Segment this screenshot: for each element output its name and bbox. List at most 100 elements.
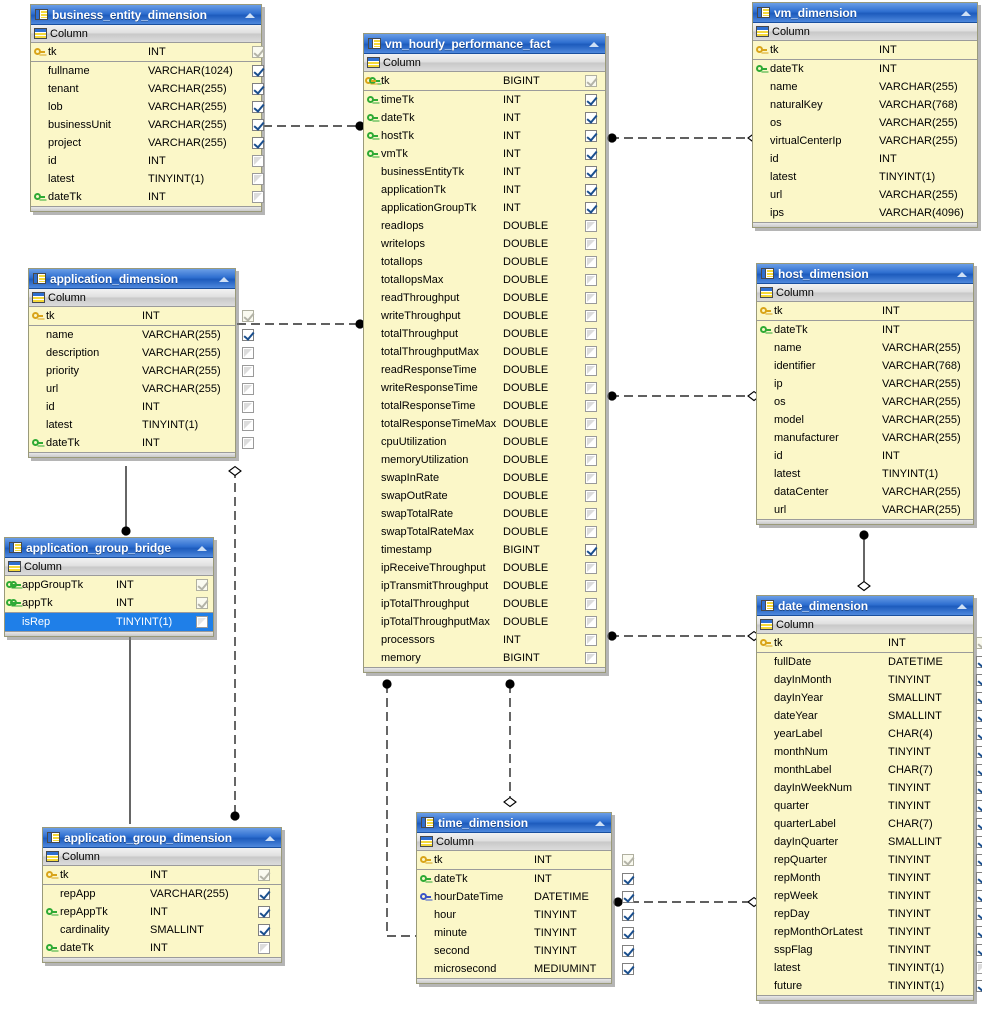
collapse-chevron-icon[interactable] — [593, 816, 608, 829]
checkbox-unchecked-icon[interactable] — [252, 191, 264, 203]
column-row[interactable]: name VARCHAR(255) — [753, 78, 977, 96]
column-row[interactable]: writeThroughput DOUBLE — [364, 307, 605, 325]
checkbox-unchecked-icon[interactable] — [585, 382, 597, 394]
checkbox-checked-icon[interactable] — [585, 148, 597, 160]
column-row[interactable]: repWeek TINYINT — [757, 887, 982, 905]
column-row[interactable]: description VARCHAR(255) — [29, 344, 254, 362]
checkbox-unchecked-icon[interactable] — [242, 347, 254, 359]
table-title-bar[interactable]: host_dimension — [757, 264, 973, 284]
column-row[interactable]: cardinality SMALLINT — [43, 921, 281, 939]
column-section-header[interactable]: Column — [43, 848, 281, 866]
column-row[interactable]: readResponseTime DOUBLE — [364, 361, 605, 379]
er-diagram-canvas[interactable]: business_entity_dimension Column tk INT full… — [0, 0, 982, 1010]
checkbox-checked-icon[interactable] — [252, 65, 264, 77]
column-row[interactable]: dayInQuarter SMALLINT — [757, 833, 982, 851]
table-vm_hourly_performance_fact[interactable]: vm_hourly_performance_fact Column tk BIGINT… — [363, 33, 606, 673]
table-vm_dimension[interactable]: vm_dimension Column tk INT dateTk INT name VARC… — [752, 2, 978, 228]
column-row[interactable]: swapOutRate DOUBLE — [364, 487, 605, 505]
checkbox-checked-icon[interactable] — [252, 119, 264, 131]
column-section-header[interactable]: Column — [753, 23, 977, 41]
checkbox-checked-icon[interactable] — [976, 728, 982, 740]
column-row[interactable]: ip VARCHAR(255) — [757, 375, 973, 393]
checkbox-checked-icon[interactable] — [258, 888, 270, 900]
checkbox-checked-icon[interactable] — [976, 908, 982, 920]
checkbox-unchecked-icon[interactable] — [242, 365, 254, 377]
column-row[interactable]: readThroughput DOUBLE — [364, 289, 605, 307]
column-row[interactable]: dateTk INT — [43, 939, 281, 957]
checkbox-unchecked-icon[interactable] — [976, 962, 982, 974]
table-title-bar[interactable]: time_dimension — [417, 813, 611, 833]
checkbox-checked-icon[interactable] — [585, 202, 597, 214]
column-row[interactable]: name VARCHAR(255) — [29, 326, 254, 344]
column-row[interactable]: dateYear SMALLINT — [757, 707, 982, 725]
checkbox-primary-icon[interactable] — [252, 46, 264, 58]
checkbox-unchecked-icon[interactable] — [252, 155, 264, 167]
column-row[interactable]: dateTk INT — [417, 870, 634, 888]
column-row[interactable]: dayInWeekNum TINYINT — [757, 779, 982, 797]
column-row[interactable]: id INT — [31, 152, 264, 170]
column-section-header[interactable]: Column — [364, 54, 605, 72]
column-row[interactable]: os VARCHAR(255) — [753, 114, 977, 132]
checkbox-checked-icon[interactable] — [976, 692, 982, 704]
column-row[interactable]: latest TINYINT(1) — [29, 416, 254, 434]
table-application_group_dimension[interactable]: application_group_dimension Column tk INT re… — [42, 827, 282, 963]
column-row[interactable]: applicationTk INT — [364, 181, 605, 199]
collapse-chevron-icon[interactable] — [243, 8, 258, 21]
checkbox-primary-icon[interactable] — [622, 854, 634, 866]
column-row[interactable]: totalIopsMax DOUBLE — [364, 271, 605, 289]
column-row[interactable]: manufacturer VARCHAR(255) — [757, 429, 973, 447]
checkbox-primary-icon[interactable] — [976, 637, 982, 649]
column-row[interactable]: dateTk INT — [31, 188, 264, 206]
column-row[interactable]: monthLabel CHAR(7) — [757, 761, 982, 779]
column-row[interactable]: fullname VARCHAR(1024) — [31, 62, 264, 80]
checkbox-checked-icon[interactable] — [976, 854, 982, 866]
column-row[interactable]: repAppTk INT — [43, 903, 281, 921]
column-row[interactable]: readIops DOUBLE — [364, 217, 605, 235]
column-row[interactable]: hour TINYINT — [417, 906, 634, 924]
column-row[interactable]: ips VARCHAR(4096) — [753, 204, 977, 222]
column-row[interactable]: ipTransmitThroughput DOUBLE — [364, 577, 605, 595]
checkbox-primary-icon[interactable] — [196, 597, 208, 609]
column-row[interactable]: swapTotalRateMax DOUBLE — [364, 523, 605, 541]
checkbox-checked-icon[interactable] — [252, 101, 264, 113]
checkbox-unchecked-icon[interactable] — [196, 616, 208, 628]
checkbox-checked-icon[interactable] — [252, 137, 264, 149]
column-row[interactable]: hostTk INT — [364, 127, 605, 145]
column-row[interactable]: memory BIGINT — [364, 649, 605, 667]
column-row[interactable]: repMonth TINYINT — [757, 869, 982, 887]
column-section-header[interactable]: Column — [757, 616, 973, 634]
checkbox-unchecked-icon[interactable] — [585, 454, 597, 466]
column-row[interactable]: latest TINYINT(1) — [757, 959, 982, 977]
column-row[interactable]: sspFlag TINYINT — [757, 941, 982, 959]
checkbox-checked-icon[interactable] — [976, 764, 982, 776]
checkbox-unchecked-icon[interactable] — [585, 238, 597, 250]
checkbox-checked-icon[interactable] — [976, 746, 982, 758]
column-row[interactable]: naturalKey VARCHAR(768) — [753, 96, 977, 114]
table-title-bar[interactable]: application_dimension — [29, 269, 235, 289]
column-section-header[interactable]: Column — [29, 289, 235, 307]
checkbox-unchecked-icon[interactable] — [585, 292, 597, 304]
column-row[interactable]: tk INT — [417, 851, 634, 870]
collapse-chevron-icon[interactable] — [217, 272, 232, 285]
column-row[interactable]: url VARCHAR(255) — [29, 380, 254, 398]
checkbox-primary-icon[interactable] — [242, 310, 254, 322]
column-row[interactable]: identifier VARCHAR(768) — [757, 357, 973, 375]
column-row[interactable]: id INT — [753, 150, 977, 168]
column-row[interactable]: priority VARCHAR(255) — [29, 362, 254, 380]
column-row[interactable]: ipReceiveThroughput DOUBLE — [364, 559, 605, 577]
column-row[interactable]: dateTk INT — [757, 321, 973, 339]
column-row[interactable]: tk BIGINT — [364, 72, 605, 91]
checkbox-checked-icon[interactable] — [585, 184, 597, 196]
checkbox-unchecked-icon[interactable] — [585, 508, 597, 520]
table-application_group_bridge[interactable]: application_group_bridge Column appGroupTk… — [4, 537, 214, 637]
column-row[interactable]: businessEntityTk INT — [364, 163, 605, 181]
checkbox-checked-icon[interactable] — [976, 674, 982, 686]
table-title-bar[interactable]: application_group_dimension — [43, 828, 281, 848]
column-section-header[interactable]: Column — [5, 558, 213, 576]
checkbox-checked-icon[interactable] — [976, 926, 982, 938]
column-row[interactable]: totalResponseTime DOUBLE — [364, 397, 605, 415]
column-row[interactable]: swapTotalRate DOUBLE — [364, 505, 605, 523]
checkbox-checked-icon[interactable] — [252, 83, 264, 95]
column-row[interactable]: appTk INT — [5, 594, 213, 613]
column-row[interactable]: totalResponseTimeMax DOUBLE — [364, 415, 605, 433]
